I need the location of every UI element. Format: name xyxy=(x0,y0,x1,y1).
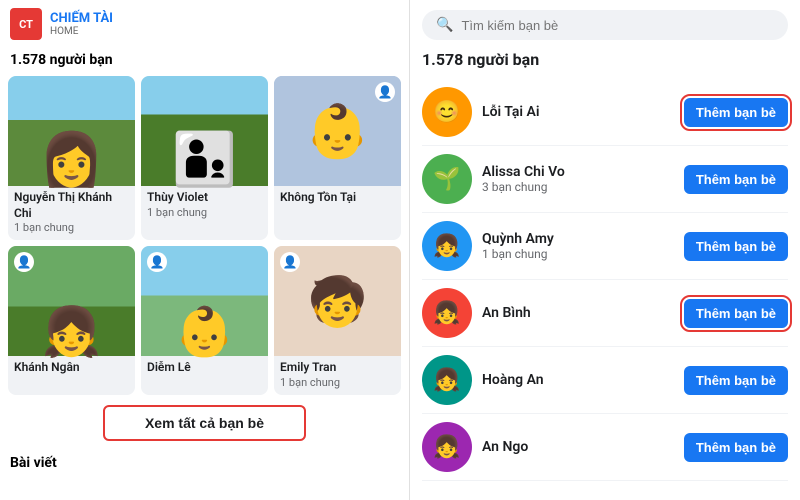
friend-mutual-0: 1 bạn chung xyxy=(14,221,129,234)
friend-mutual-list-1: 3 bạn chung xyxy=(482,180,674,194)
friend-card-5[interactable]: 🧒 👤 Emily Tran 1 bạn chung xyxy=(274,246,401,395)
add-friend-button-4[interactable]: Thêm bạn bè xyxy=(684,366,788,395)
app-title-block: CHIẾM TÀI HOME xyxy=(50,11,113,38)
add-friend-button-0[interactable]: Thêm bạn bè xyxy=(684,98,788,127)
bai-viet-label: Bài viết xyxy=(0,451,409,475)
friend-mutual-list-2: 1 bạn chung xyxy=(482,247,674,261)
friend-card-4[interactable]: 👶 👤 Diễm Lê xyxy=(141,246,268,395)
friend-name-list-3: An Bình xyxy=(482,305,674,321)
left-friend-count: 1.578 người bạn xyxy=(0,48,409,76)
add-friend-button-1[interactable]: Thêm bạn bè xyxy=(684,165,788,194)
view-all-button[interactable]: Xem tất cả bạn bè xyxy=(103,405,306,441)
friend-name-5: Emily Tran xyxy=(280,360,395,376)
friend-card-img-3: 👧 👤 xyxy=(8,246,135,356)
friend-name-list-0: Lỗi Tại Ai xyxy=(482,104,674,120)
left-header: CT CHIẾM TÀI HOME xyxy=(0,0,409,48)
add-friend-button-3[interactable]: Thêm bạn bè xyxy=(684,299,788,328)
friend-info-4: Hoàng An xyxy=(482,372,674,388)
right-panel: 🔍 1.578 người bạn 😊 Lỗi Tại Ai Thêm bạn … xyxy=(410,0,800,500)
friend-card-3[interactable]: 👧 👤 Khánh Ngân xyxy=(8,246,135,395)
friend-card-info-5: Emily Tran 1 bạn chung xyxy=(274,356,401,395)
search-input[interactable] xyxy=(461,18,774,33)
friend-list: 😊 Lỗi Tại Ai Thêm bạn bè 🌱 Alissa Chi Vo… xyxy=(422,79,788,481)
friend-mutual-5: 1 bạn chung xyxy=(280,376,395,389)
add-friend-button-2[interactable]: Thêm bạn bè xyxy=(684,232,788,261)
add-friend-button-5[interactable]: Thêm bạn bè xyxy=(684,433,788,462)
friend-info-0: Lỗi Tại Ai xyxy=(482,104,674,120)
friend-list-item-3[interactable]: 👧 An Bình Thêm bạn bè xyxy=(422,280,788,347)
friend-list-item-2[interactable]: 👧 Quỳnh Amy 1 bạn chung Thêm bạn bè xyxy=(422,213,788,280)
friend-avatar-0: 😊 xyxy=(422,87,472,137)
friend-info-5: An Ngo xyxy=(482,439,674,455)
friend-card-0[interactable]: 👩 Nguyễn Thị Khánh Chi 1 bạn chung xyxy=(8,76,135,240)
app-logo: CT xyxy=(10,8,42,40)
friend-avatar-1: 🌱 xyxy=(422,154,472,204)
friend-info-2: Quỳnh Amy 1 bạn chung xyxy=(482,231,674,261)
friend-card-info-1: Thùy Violet 1 bạn chung xyxy=(141,186,268,225)
friend-name-3: Khánh Ngân xyxy=(14,360,129,376)
friend-list-item-5[interactable]: 👧 An Ngo Thêm bạn bè xyxy=(422,414,788,481)
friend-info-1: Alissa Chi Vo 3 bạn chung xyxy=(482,164,674,194)
friend-list-item-4[interactable]: 👧 Hoàng An Thêm bạn bè xyxy=(422,347,788,414)
friend-mutual-1: 1 bạn chung xyxy=(147,206,262,219)
friend-card-info-4: Diễm Lê xyxy=(141,356,268,382)
friend-avatar-2: 👧 xyxy=(422,221,472,271)
friend-card-1[interactable]: 👨‍👦 Thùy Violet 1 bạn chung xyxy=(141,76,268,240)
friend-card-info-3: Khánh Ngân xyxy=(8,356,135,382)
friend-avatar-5: 👧 xyxy=(422,422,472,472)
friend-name-2: Không Tồn Tại xyxy=(280,190,395,206)
friend-name-list-4: Hoàng An xyxy=(482,372,674,388)
friend-name-list-5: An Ngo xyxy=(482,439,674,455)
friend-list-item-1[interactable]: 🌱 Alissa Chi Vo 3 bạn chung Thêm bạn bè xyxy=(422,146,788,213)
search-bar[interactable]: 🔍 xyxy=(422,10,788,40)
friend-card-img-1: 👨‍👦 xyxy=(141,76,268,186)
friend-name-0: Nguyễn Thị Khánh Chi xyxy=(14,190,129,221)
left-panel: CT CHIẾM TÀI HOME 1.578 người bạn 👩 Nguy… xyxy=(0,0,410,500)
search-icon: 🔍 xyxy=(436,17,453,33)
friend-card-info-0: Nguyễn Thị Khánh Chi 1 bạn chung xyxy=(8,186,135,240)
friend-card-img-4: 👶 👤 xyxy=(141,246,268,356)
friend-card-info-2: Không Tồn Tại xyxy=(274,186,401,212)
right-friend-count: 1.578 người bạn xyxy=(422,50,788,69)
friend-avatar-4: 👧 xyxy=(422,355,472,405)
friends-grid: 👩 Nguyễn Thị Khánh Chi 1 bạn chung 👨‍👦 T… xyxy=(0,76,409,395)
friend-name-4: Diễm Lê xyxy=(147,360,262,376)
friend-name-list-1: Alissa Chi Vo xyxy=(482,164,674,180)
friend-info-3: An Bình xyxy=(482,305,674,321)
friend-card-2[interactable]: 👶 👤 Không Tồn Tại xyxy=(274,76,401,240)
friend-card-img-0: 👩 xyxy=(8,76,135,186)
friend-name-list-2: Quỳnh Amy xyxy=(482,231,674,247)
app-title: CHIẾM TÀI xyxy=(50,11,113,27)
friend-avatar-3: 👧 xyxy=(422,288,472,338)
friend-card-img-5: 🧒 👤 xyxy=(274,246,401,356)
friend-name-1: Thùy Violet xyxy=(147,190,262,206)
friend-card-img-2: 👶 👤 xyxy=(274,76,401,186)
friend-list-item-0[interactable]: 😊 Lỗi Tại Ai Thêm bạn bè xyxy=(422,79,788,146)
app-subtitle: HOME xyxy=(50,26,113,37)
